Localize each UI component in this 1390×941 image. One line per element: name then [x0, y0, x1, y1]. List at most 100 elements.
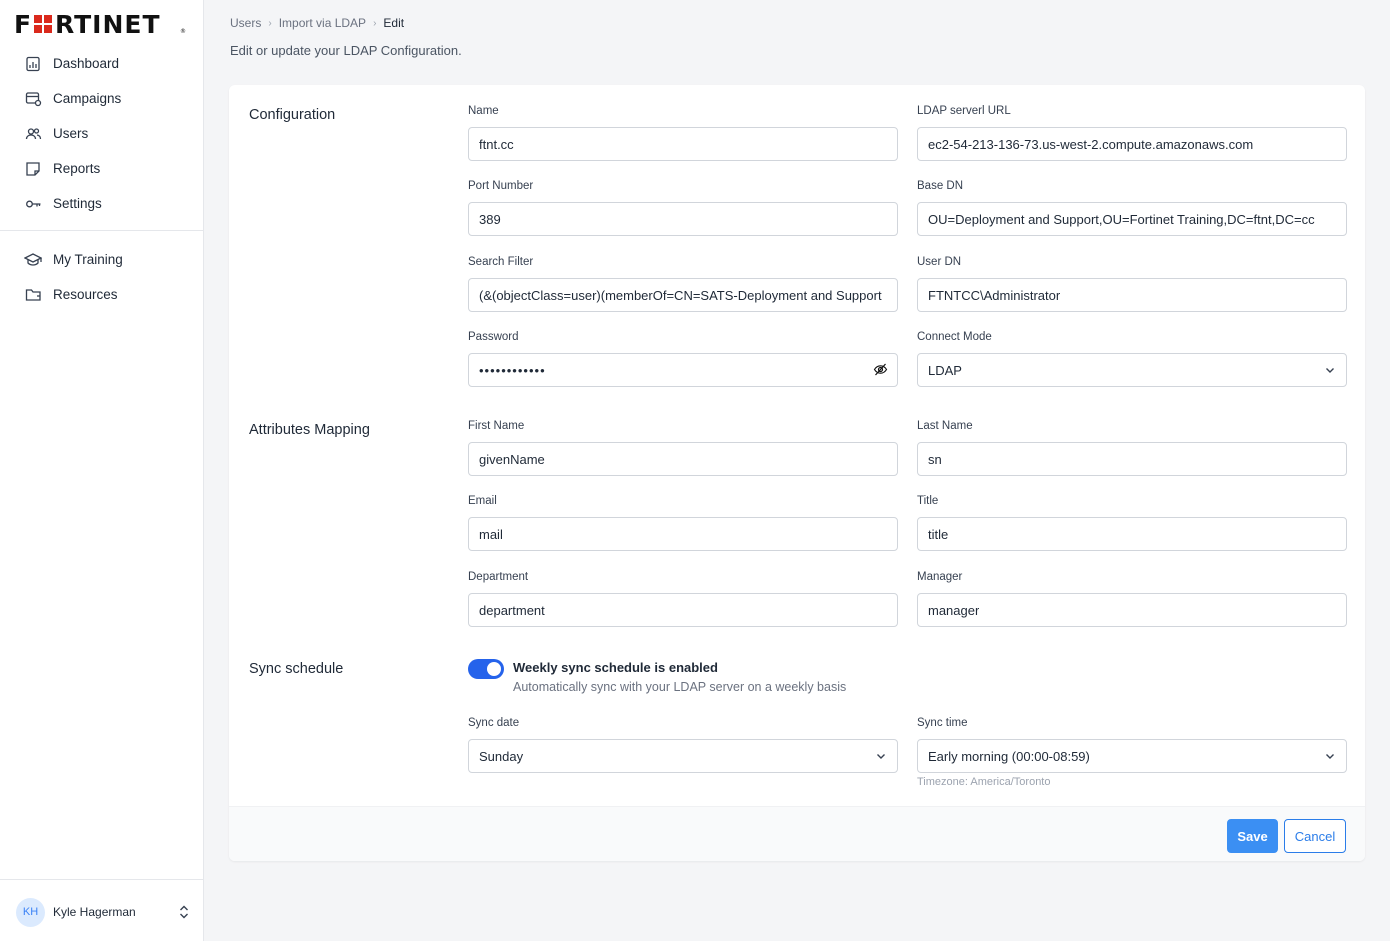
search-filter-input[interactable]: (&(objectClass=user)(memberOf=CN=SATS-De… — [468, 278, 898, 312]
department-input[interactable]: department — [468, 593, 898, 627]
avatar: KH — [16, 897, 45, 927]
name-input[interactable]: ftnt.cc — [468, 127, 898, 161]
manager-field-group: Manager manager — [917, 571, 1347, 627]
sidebar-item-label: Resources — [53, 287, 118, 302]
sidebar-item-my-training[interactable]: My Training — [0, 242, 204, 277]
chevron-up-down-icon — [177, 904, 191, 920]
sidebar: F RTINET ® Dashboard Campaigns Users Rep… — [0, 0, 204, 941]
password-input[interactable]: •••••••••••• — [468, 353, 898, 387]
ldap-config-card: Configuration Attributes Mapping Sync sc… — [229, 85, 1365, 861]
sidebar-item-label: Campaigns — [53, 91, 122, 106]
dashboard-icon — [24, 55, 42, 73]
name-field-group: Name ftnt.cc — [468, 105, 898, 161]
ldap-url-input[interactable]: ec2-54-213-136-73.us-west-2.compute.amaz… — [917, 127, 1347, 161]
search-filter-field-group: Search Filter (&(objectClass=user)(membe… — [468, 256, 898, 312]
fortinet-logo[interactable]: F RTINET ® — [14, 10, 190, 39]
last-name-input[interactable]: sn — [917, 442, 1347, 476]
field-label: Sync date — [468, 717, 520, 729]
first-name-input[interactable]: givenName — [468, 442, 898, 476]
field-label: Port Number — [468, 180, 534, 192]
user-name: Kyle Hagerman — [53, 905, 136, 919]
sidebar-item-label: Settings — [53, 196, 102, 211]
weekly-sync-toggle[interactable] — [468, 659, 504, 679]
breadcrumb: Users › Import via LDAP › Edit — [230, 16, 404, 30]
field-label: Search Filter — [468, 256, 534, 268]
password-field-group: Password •••••••••••• — [468, 331, 898, 387]
toggle-knob — [487, 662, 501, 676]
email-field-group: Email mail — [468, 495, 898, 551]
sidebar-item-label: Users — [53, 126, 89, 141]
nav-divider — [0, 230, 204, 231]
primary-nav: Dashboard Campaigns Users Reports Settin… — [0, 46, 204, 221]
field-label: Sync time — [917, 717, 968, 729]
base-dn-input[interactable]: OU=Deployment and Support,OU=Fortinet Tr… — [917, 202, 1347, 236]
sidebar-item-users[interactable]: Users — [0, 116, 204, 151]
sidebar-item-dashboard[interactable]: Dashboard — [0, 46, 204, 81]
field-label: LDAP serverl URL — [917, 105, 1011, 117]
manager-input[interactable]: manager — [917, 593, 1347, 627]
ldap-url-field-group: LDAP serverl URL ec2-54-213-136-73.us-we… — [917, 105, 1347, 161]
eye-off-icon[interactable] — [873, 362, 888, 377]
breadcrumb-users[interactable]: Users — [230, 16, 261, 30]
user-dn-field-group: User DN FTNTCC\Administrator — [917, 256, 1347, 312]
user-dn-input[interactable]: FTNTCC\Administrator — [917, 278, 1347, 312]
folder-icon — [24, 286, 42, 304]
sidebar-item-settings[interactable]: Settings — [0, 186, 204, 221]
field-label: Base DN — [917, 180, 964, 192]
section-title-attributes: Attributes Mapping — [249, 422, 370, 438]
sidebar-item-resources[interactable]: Resources — [0, 277, 204, 312]
chevron-down-icon — [875, 750, 887, 762]
port-input[interactable]: 389 — [468, 202, 898, 236]
weekly-sync-toggle-group: Weekly sync schedule is enabled Automati… — [468, 659, 846, 696]
timezone-note: Timezone: America/Toronto — [917, 776, 1051, 788]
chevron-down-icon — [1324, 750, 1336, 762]
connect-mode-field-group: Connect Mode LDAP — [917, 331, 1347, 387]
breadcrumb-separator-icon: › — [373, 17, 377, 29]
user-menu[interactable]: KH Kyle Hagerman — [16, 896, 191, 928]
field-label: Connect Mode — [917, 331, 992, 343]
first-name-field-group: First Name givenName — [468, 420, 898, 476]
cancel-button[interactable]: Cancel — [1284, 819, 1346, 853]
breadcrumb-separator-icon: › — [268, 17, 272, 29]
settings-icon — [24, 195, 42, 213]
field-label: Manager — [917, 571, 963, 583]
page-subtitle: Edit or update your LDAP Configuration. — [230, 43, 462, 58]
reports-icon — [24, 160, 42, 178]
save-button[interactable]: Save — [1227, 819, 1278, 853]
title-input[interactable]: title — [917, 517, 1347, 551]
section-title-sync: Sync schedule — [249, 661, 344, 677]
email-input[interactable]: mail — [468, 517, 898, 551]
svg-text:®: ® — [180, 28, 186, 35]
sync-time-field-group: Sync time Early morning (00:00-08:59) Ti… — [917, 717, 1347, 788]
svg-text:RTINET: RTINET — [55, 12, 161, 38]
sidebar-item-label: My Training — [53, 252, 123, 267]
department-field-group: Department department — [468, 571, 898, 627]
secondary-nav: My Training Resources — [0, 242, 204, 312]
card-footer: Save Cancel — [229, 806, 1365, 861]
breadcrumb-import-ldap[interactable]: Import via LDAP — [279, 16, 366, 30]
sidebar-item-campaigns[interactable]: Campaigns — [0, 81, 204, 116]
base-dn-field-group: Base DN OU=Deployment and Support,OU=For… — [917, 180, 1347, 236]
section-title-configuration: Configuration — [249, 107, 336, 123]
connect-mode-select[interactable]: LDAP — [917, 353, 1347, 387]
sync-time-select[interactable]: Early morning (00:00-08:59) — [917, 739, 1347, 773]
campaigns-icon — [24, 90, 42, 108]
field-label: Department — [468, 571, 529, 583]
weekly-sync-title: Weekly sync schedule is enabled — [513, 660, 718, 675]
sync-date-select[interactable]: Sunday — [468, 739, 898, 773]
field-label: Name — [468, 105, 499, 117]
sidebar-item-reports[interactable]: Reports — [0, 151, 204, 186]
sidebar-item-label: Reports — [53, 161, 101, 176]
last-name-field-group: Last Name sn — [917, 420, 1347, 476]
user-divider — [0, 879, 204, 880]
field-label: Title — [917, 495, 939, 507]
breadcrumb-current: Edit — [383, 16, 405, 30]
sidebar-item-label: Dashboard — [53, 56, 120, 71]
field-label: First Name — [468, 420, 525, 432]
svg-text:F: F — [14, 12, 32, 38]
users-icon — [24, 125, 42, 143]
field-label: User DN — [917, 256, 962, 268]
sync-date-field-group: Sync date Sunday — [468, 717, 898, 773]
title-field-group: Title title — [917, 495, 1347, 551]
field-label: Email — [468, 495, 497, 507]
